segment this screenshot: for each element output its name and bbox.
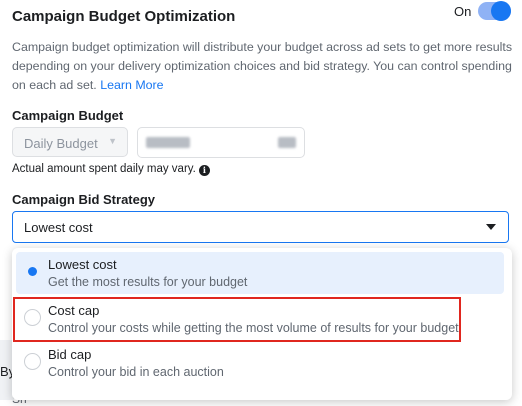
radio-selected-icon <box>24 263 41 280</box>
description: Campaign budget optimization will distri… <box>12 38 512 95</box>
bid-strategy-label: Campaign Bid Strategy <box>12 192 156 207</box>
redacted-amount <box>146 137 190 148</box>
option-subtitle: Control your bid in each auction <box>48 365 224 379</box>
description-text: Campaign budget optimization will distri… <box>12 40 513 92</box>
budget-amount-input[interactable] <box>137 127 305 158</box>
budget-label: Campaign Budget <box>12 108 124 123</box>
radio-icon <box>24 353 41 370</box>
toggle-label: On <box>454 4 472 19</box>
budget-note: Actual amount spent daily may vary. i <box>12 163 210 176</box>
option-subtitle: Get the most results for your budget <box>48 275 248 289</box>
chevron-down-icon: ▼ <box>108 136 117 146</box>
highlight-box <box>13 297 461 342</box>
redacted-currency <box>278 137 296 148</box>
bid-strategy-value: Lowest cost <box>24 220 93 235</box>
option-lowest-cost[interactable]: Lowest cost Get the most results for you… <box>16 252 504 294</box>
bid-strategy-select[interactable]: Lowest cost <box>12 211 509 243</box>
budget-type-select: Daily Budget ▼ <box>12 127 128 157</box>
option-title: Bid cap <box>48 347 92 362</box>
budget-note-text: Actual amount spent daily may vary. <box>12 163 196 175</box>
page-title: Campaign Budget Optimization <box>12 8 236 25</box>
budget-type-value: Daily Budget <box>24 136 98 151</box>
cbo-toggle[interactable] <box>478 1 511 21</box>
toggle-knob <box>491 1 511 21</box>
learn-more-link[interactable]: Learn More <box>100 78 163 92</box>
option-title: Lowest cost <box>48 257 117 272</box>
caret-down-icon <box>486 224 496 230</box>
info-icon[interactable]: i <box>198 165 210 176</box>
option-bid-cap[interactable]: Bid cap Control your bid in each auction <box>16 342 504 384</box>
